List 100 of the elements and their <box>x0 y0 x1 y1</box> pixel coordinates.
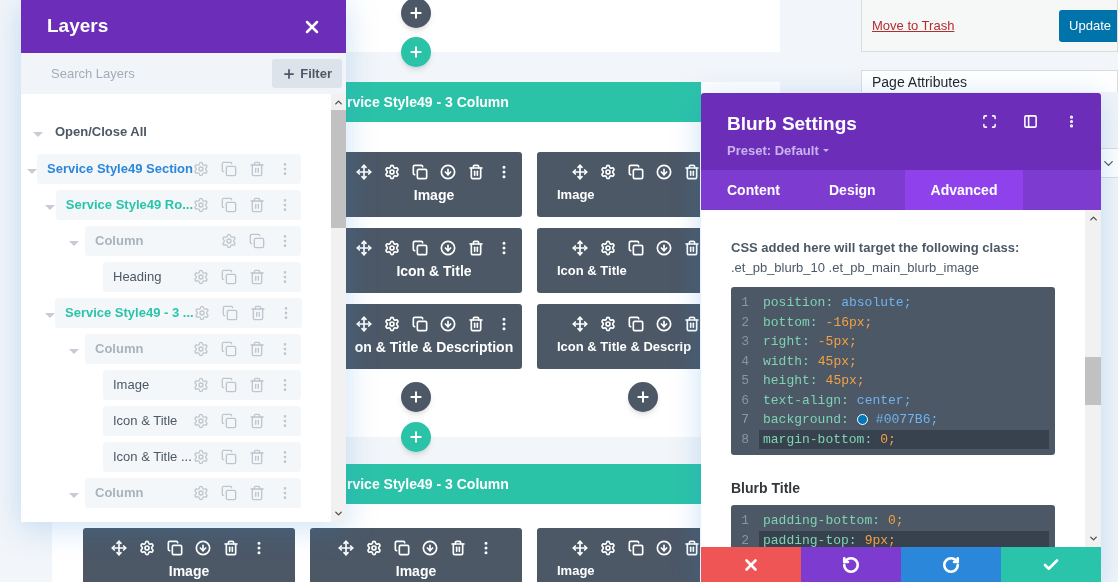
trash-icon[interactable] <box>468 239 484 256</box>
add-button[interactable] <box>401 0 431 28</box>
copy-icon[interactable] <box>628 164 644 181</box>
line-number: 5 <box>740 372 750 390</box>
css-property: text-align: <box>763 391 849 410</box>
module-card[interactable]: Icon & Title & Descrip <box>537 304 700 369</box>
line-number: 7 <box>740 411 750 429</box>
scrollbar-thumb[interactable] <box>331 110 346 228</box>
trash-icon[interactable] <box>450 539 466 556</box>
css-property: padding-bottom: <box>763 512 881 530</box>
copy-icon[interactable] <box>412 163 428 180</box>
trash-icon[interactable] <box>223 539 239 556</box>
trash-icon[interactable] <box>684 164 700 181</box>
layer-item[interactable]: Service Style49 Section <box>37 154 301 184</box>
line-number: 1 <box>740 512 750 530</box>
fullscreen-icon[interactable] <box>982 114 997 129</box>
box-title: Page Attributes <box>872 74 967 91</box>
move-icon[interactable] <box>572 240 588 257</box>
move-icon[interactable] <box>111 539 127 556</box>
module-label: Icon & Title & Descrip <box>557 338 692 357</box>
css-value: 0; <box>888 512 904 530</box>
move-icon[interactable] <box>572 164 588 181</box>
tab[interactable]: Advanced <box>905 170 1023 210</box>
copy-icon[interactable] <box>412 315 428 332</box>
move-icon[interactable] <box>572 540 588 557</box>
open-close-all-toggle[interactable]: Open/Close All <box>49 122 147 142</box>
copy-icon[interactable] <box>628 316 644 333</box>
move-icon[interactable] <box>356 239 372 256</box>
line-number: 2 <box>740 313 750 332</box>
module-card[interactable]: Image <box>83 528 295 582</box>
select-field[interactable] <box>1101 148 1118 178</box>
scrollbar-thumb[interactable] <box>1085 357 1101 405</box>
tab[interactable]: Design <box>803 170 905 210</box>
trash-icon[interactable] <box>468 315 484 332</box>
redo-button[interactable] <box>901 547 1001 582</box>
css-value: 0; <box>880 430 896 449</box>
module-card[interactable]: Image <box>537 152 700 217</box>
trash-link[interactable]: Move to Trash <box>872 15 955 36</box>
code-editor[interactable]: 1 padding-bottom: 0; 2 padding-top: 9px; <box>731 505 1055 547</box>
plus-icon <box>408 389 424 405</box>
module-card[interactable]: Image <box>310 528 522 582</box>
row-title: rvice Style49 - 3 Column <box>346 92 509 112</box>
trash-icon[interactable] <box>684 540 700 557</box>
css-property: margin-bottom: <box>763 430 873 449</box>
code-editor[interactable]: 1 position: absolute; 2 bottom: -16px; 3 right: -5px; 4 width: 45px; 5 height: 45px; 6 text-align: center; 7 background: #0077B6; 8 margin-bottom: 0; <box>731 287 1055 455</box>
css-property: right: <box>763 333 810 351</box>
layer-item[interactable]: Image <box>103 370 301 400</box>
sidebar-icon[interactable] <box>1023 114 1038 129</box>
line-number: 3 <box>740 333 750 351</box>
copy-icon[interactable] <box>628 240 644 257</box>
trash-icon[interactable] <box>684 316 700 333</box>
scrollbar[interactable] <box>1085 210 1101 547</box>
filter-button[interactable]: Filter <box>272 59 342 88</box>
module-card[interactable]: on & Title & Description <box>346 304 522 369</box>
css-value: 45px; <box>825 372 865 390</box>
module-card[interactable]: Image <box>346 152 522 217</box>
copy-icon[interactable] <box>412 239 428 256</box>
preset-dropdown[interactable]: Preset: Default <box>727 140 829 160</box>
css-value: -5px; <box>817 333 857 351</box>
module-card[interactable]: Image <box>537 528 700 582</box>
scroll-up-icon[interactable] <box>1087 213 1099 224</box>
add-button[interactable] <box>628 382 658 412</box>
scroll-down-icon[interactable] <box>1087 533 1099 544</box>
move-icon[interactable] <box>572 316 588 333</box>
module-label: Image <box>557 186 595 205</box>
undo-icon <box>842 555 860 574</box>
layer-label: Column <box>95 484 145 503</box>
module-label: Image <box>168 561 210 581</box>
layer-item[interactable]: Icon & Title ... <box>103 442 301 472</box>
trash-icon[interactable] <box>468 163 484 180</box>
css-property: padding-top: <box>763 531 857 547</box>
scroll-down-icon[interactable] <box>333 508 344 519</box>
copy-icon[interactable] <box>167 539 183 556</box>
module-label: Image <box>557 562 595 581</box>
layer-item[interactable]: Heading <box>103 262 301 292</box>
line-number: 8 <box>740 430 750 449</box>
plus-icon <box>635 389 651 405</box>
module-label: Image <box>395 561 437 581</box>
layer-label: Column <box>95 232 145 251</box>
layer-label: Service Style49 Ro... <box>65 196 193 215</box>
scroll-up-icon[interactable] <box>333 97 344 108</box>
field-label: Blurb Title <box>731 479 801 498</box>
copy-icon[interactable] <box>394 539 410 556</box>
trash-icon[interactable] <box>684 240 700 257</box>
module-card[interactable]: Icon & Title <box>346 228 522 293</box>
layer-label: Column <box>95 340 145 359</box>
update-button[interactable]: Update <box>1059 9 1117 42</box>
module-label: Icon & Title <box>396 261 472 281</box>
scrollbar[interactable] <box>331 94 346 522</box>
module-card[interactable]: Icon & Title <box>537 228 700 293</box>
move-icon[interactable] <box>356 315 372 332</box>
copy-icon[interactable] <box>628 540 644 557</box>
css-value: 9px; <box>864 531 896 547</box>
css-property: height: <box>763 372 818 390</box>
add-button[interactable] <box>401 382 431 412</box>
undo-button[interactable] <box>801 547 901 582</box>
tab[interactable]: Content <box>701 170 803 210</box>
move-icon[interactable] <box>338 539 354 556</box>
layer-item[interactable]: Icon & Title <box>103 406 301 436</box>
move-icon[interactable] <box>356 163 372 180</box>
